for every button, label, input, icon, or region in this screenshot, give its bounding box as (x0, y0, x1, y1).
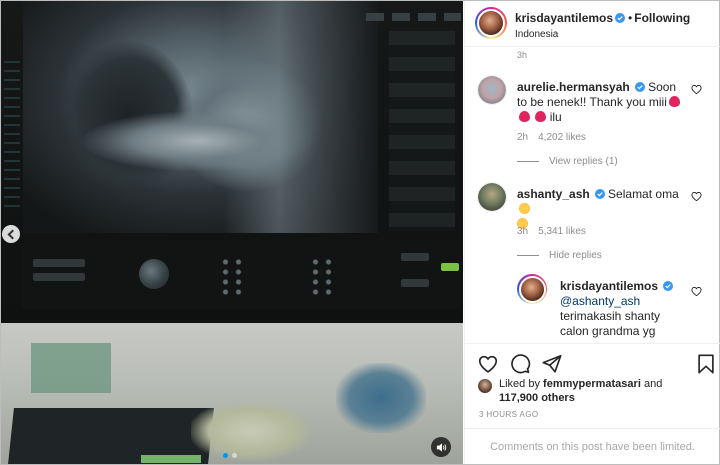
comment-time: 3h (517, 226, 529, 237)
comment-icon[interactable] (509, 353, 531, 375)
author-avatar[interactable] (475, 7, 507, 39)
carousel-dot-active (223, 453, 228, 458)
liked-by-section: Liked by femmypermatasari and 117,900 ot… (477, 377, 717, 407)
comments-list[interactable]: 3h aurelie.hermansyah Soon to be nenek!!… (465, 48, 720, 343)
liked-by-count[interactable]: 117,900 others (499, 392, 575, 404)
reply-text: terimakasih shanty calon grandma yg (560, 309, 661, 338)
star-struck-emoji (519, 203, 530, 214)
comment-like-heart-icon[interactable] (691, 84, 702, 95)
comment-text-suffix: ilu (549, 110, 562, 124)
follow-status-button[interactable]: Following (634, 11, 690, 25)
carousel-dot (232, 453, 237, 458)
reply-username[interactable]: krisdayantilemos (560, 279, 658, 293)
post-sidebar: krisdayantilemos • Following Indonesia 3h … (464, 1, 720, 464)
post-media[interactable] (1, 1, 463, 464)
verified-badge-icon (634, 82, 645, 92)
heart-icon[interactable] (477, 353, 499, 375)
comment-meta: 2h 4,202 likes (517, 132, 596, 143)
post-timestamp[interactable]: 3 HOURS AGO (479, 410, 539, 419)
liker-avatar[interactable] (477, 378, 493, 394)
previous-comment-time: 3h (517, 50, 528, 60)
commenter-avatar[interactable] (477, 75, 507, 105)
desk-scene (1, 323, 463, 464)
ultrasound-monitor (1, 1, 463, 323)
comment-likes[interactable]: 4,202 likes (538, 132, 586, 143)
reply: krisdayantilemos @ashanty_ash terimakasi… (560, 279, 685, 339)
header-separator: • (628, 11, 633, 25)
audio-toggle-button[interactable] (431, 437, 451, 457)
liked-by-prefix: Liked by (499, 378, 540, 390)
author-username[interactable]: krisdayantilemos (515, 11, 613, 25)
commenter-avatar[interactable] (477, 182, 507, 212)
share-icon[interactable] (541, 353, 563, 375)
post-location[interactable]: Indonesia (515, 29, 558, 40)
post-header: krisdayantilemos • Following Indonesia (465, 1, 720, 47)
comment-meta: 3h 5,341 likes (517, 226, 596, 237)
carousel-indicator (223, 453, 237, 458)
reply-like-heart-icon[interactable] (691, 286, 702, 297)
comment: aurelie.hermansyah Soon to be nenek!! Th… (517, 80, 687, 125)
comment-time: 2h (517, 132, 529, 143)
ultrasound-image (23, 1, 378, 233)
view-replies-button[interactable]: View replies (1) (517, 156, 618, 167)
carousel-prev-button[interactable] (2, 225, 20, 243)
hide-replies-button[interactable]: Hide replies (517, 250, 602, 261)
replies-toggle-label: Hide replies (549, 250, 602, 261)
comments-limited-notice: Comments on this post have been limited. (465, 428, 720, 464)
speaker-icon (436, 442, 446, 452)
comment-like-heart-icon[interactable] (691, 191, 702, 202)
verified-badge-icon (615, 13, 626, 23)
replies-toggle-label: View replies (1) (549, 156, 618, 167)
comment-likes[interactable]: 5,341 likes (538, 226, 586, 237)
monitor-control-strip (21, 239, 461, 309)
reply-author-avatar[interactable] (517, 274, 547, 304)
liked-by-user[interactable]: femmypermatasari (543, 378, 641, 390)
comment-username[interactable]: ashanty_ash (517, 187, 590, 201)
red-heart-emoji (668, 96, 680, 107)
verified-badge-icon (663, 281, 674, 291)
reply-mention[interactable]: @ashanty_ash (560, 294, 640, 308)
verified-badge-icon (594, 189, 605, 199)
comment-username[interactable]: aurelie.hermansyah (517, 80, 630, 94)
red-heart-emoji (519, 111, 530, 122)
liked-by-joiner: and (643, 378, 663, 390)
comment-text: Selamat oma (608, 187, 679, 201)
save-icon[interactable] (695, 353, 717, 375)
red-heart-emoji (535, 111, 547, 122)
